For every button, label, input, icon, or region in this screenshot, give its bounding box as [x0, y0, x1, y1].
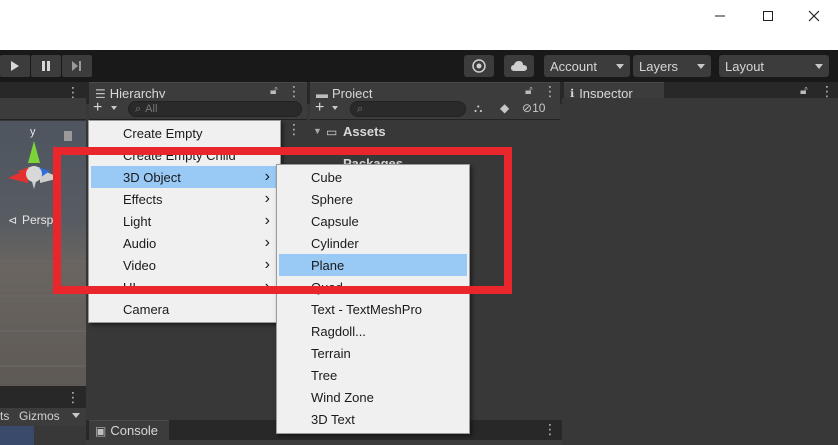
annotation-highlight-box [53, 147, 512, 294]
submenu-item-ragdoll[interactable]: Ragdoll... [279, 320, 467, 342]
more-options-icon[interactable]: ⋮ [287, 121, 301, 138]
collab-icon [472, 59, 486, 73]
submenu-item-text-textmeshpro[interactable]: Text - TextMeshPro [279, 298, 467, 320]
submenu-item-label: 3D Text [311, 411, 355, 427]
assets-folder-label[interactable]: Assets [343, 124, 386, 139]
submenu-item-label: Text - TextMeshPro [311, 301, 423, 317]
menu-item-create-empty[interactable]: Create Empty [91, 122, 278, 144]
menu-item-camera[interactable]: Camera [91, 298, 278, 320]
hierarchy-search-input[interactable]: ⌕ All [128, 101, 302, 117]
caret-down-icon[interactable] [111, 106, 117, 110]
pause-icon [42, 61, 50, 71]
label-tag-icon[interactable]: ◆ [500, 101, 509, 115]
lock-icon[interactable]: 🔓︎ [525, 83, 533, 98]
cloud-icon [511, 61, 527, 71]
scene-subbar [0, 98, 86, 120]
caret-down-icon [697, 63, 705, 69]
project-create-plus-button[interactable]: + [315, 100, 324, 116]
submenu-item-wind-zone[interactable]: Wind Zone [279, 386, 467, 408]
console-toolbar [86, 440, 562, 445]
submenu-item-tree[interactable]: Tree [279, 364, 467, 386]
submenu-item-label: Ragdoll... [311, 323, 366, 339]
create-plus-button[interactable]: + [93, 100, 102, 116]
lock-icon[interactable]: 🔓︎ [270, 83, 278, 98]
submenu-item-label: Wind Zone [311, 389, 374, 405]
inspector-body [562, 98, 838, 445]
main-toolbar [0, 50, 838, 82]
project-search-input[interactable]: ⌕ [350, 101, 466, 117]
filter-type-icon[interactable]: ⛬ [474, 101, 482, 116]
account-dropdown[interactable]: Account [544, 55, 630, 77]
pause-button[interactable] [31, 55, 61, 77]
cloud-button[interactable] [504, 55, 534, 77]
search-icon: ⌕ [357, 102, 364, 115]
axis-label-y: y [30, 126, 36, 138]
minimize-icon [715, 15, 725, 17]
caret-down-icon [815, 63, 823, 69]
hidden-count: 10 [532, 101, 546, 115]
console-icon: ▣ [95, 423, 107, 438]
expand-triangle-icon[interactable]: ▼ [313, 126, 322, 136]
lock-icon[interactable]: 🔓︎ [800, 83, 808, 98]
game-view[interactable] [0, 426, 34, 445]
play-icon [11, 61, 19, 71]
close-icon [808, 10, 820, 22]
layers-dropdown[interactable]: Layers [633, 55, 711, 77]
submenu-item-label: Tree [311, 367, 338, 383]
hidden-packages-toggle[interactable]: ⊘10 [522, 101, 545, 115]
maximize-icon [763, 11, 773, 21]
gizmos-button-label[interactable]: Gizmos [19, 409, 60, 423]
hierarchy-search-placeholder: All [145, 103, 158, 115]
folder-open-icon: ▭ [326, 125, 338, 139]
step-button[interactable] [62, 55, 92, 77]
perspective-icon: ⊲ [8, 215, 18, 227]
account-label: Account [550, 58, 597, 74]
more-options-icon[interactable]: ⋮ [543, 421, 557, 438]
layers-label: Layers [639, 58, 679, 74]
maximize-button[interactable] [745, 0, 791, 32]
console-tab-label: Console [110, 423, 159, 438]
caret-down-icon[interactable] [72, 413, 80, 418]
layout-dropdown[interactable]: Layout [719, 55, 829, 77]
submenu-item-terrain[interactable]: Terrain [279, 342, 467, 364]
collab-button[interactable] [464, 55, 494, 77]
close-window-button[interactable] [791, 0, 837, 32]
menu-item-label: Create Empty [123, 125, 203, 141]
submenu-item-label: Terrain [311, 345, 351, 361]
search-icon: ⌕ [135, 102, 142, 115]
minimize-button[interactable] [697, 0, 743, 32]
perspective-label[interactable]: Persp [22, 213, 53, 227]
play-button[interactable] [0, 55, 30, 77]
eye-slash-icon: ⊘ [522, 101, 533, 115]
caret-down-icon[interactable] [332, 106, 338, 110]
layout-label: Layout [725, 58, 765, 74]
caret-down-icon [616, 63, 624, 69]
more-options-icon[interactable]: ⋮ [66, 388, 80, 406]
stats-button-label[interactable]: ts [0, 409, 9, 423]
tab-console[interactable]: ▣ Console [89, 420, 169, 440]
menu-item-label: Camera [123, 301, 170, 317]
step-icon [72, 61, 81, 71]
submenu-item-3d-text[interactable]: 3D Text [279, 408, 467, 430]
